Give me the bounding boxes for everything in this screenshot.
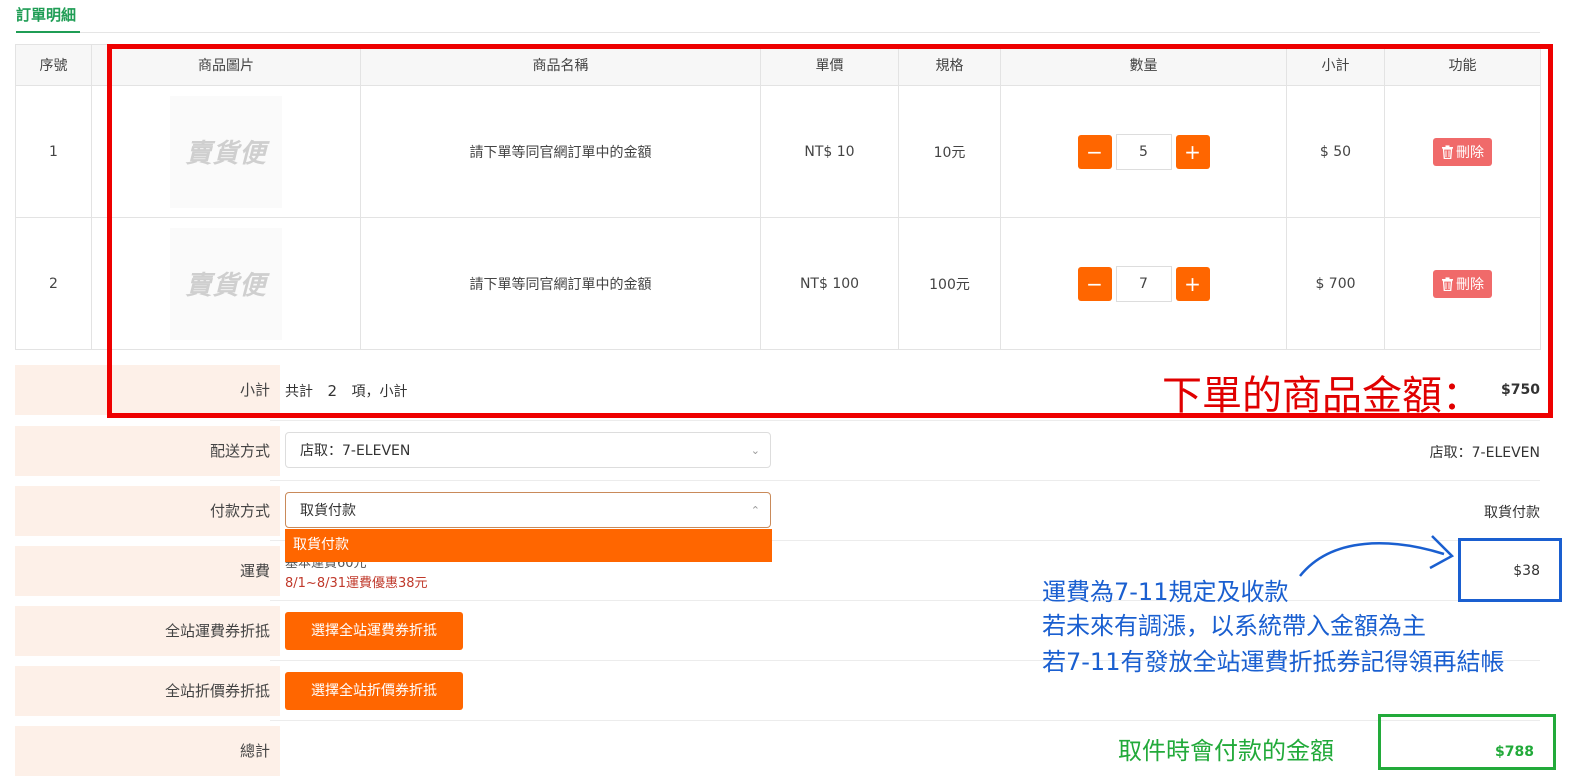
delete-button[interactable]: 刪除 <box>1433 137 1492 166</box>
table-row: 1 賣貨便 請下單等同官網訂單中的金額 NT$ 10 10元 − 5 + $ 5… <box>15 85 1541 218</box>
blue-annotation-line-1: 運費為7-11規定及收款 <box>1042 578 1289 606</box>
payment-option-item[interactable]: 取貨付款 <box>285 529 772 562</box>
table-row: 2 賣貨便 請下單等同官網訂單中的金額 NT$ 100 100元 − 7 + $… <box>15 217 1541 350</box>
shipping-fee-label: 運費 <box>15 546 280 596</box>
product-image-cell: 賣貨便 <box>91 85 361 218</box>
select-ship-coupon-button[interactable]: 選擇全站運費券折抵 <box>285 612 463 650</box>
green-annotation-box <box>1378 714 1556 770</box>
increase-quantity-button[interactable]: + <box>1175 266 1210 301</box>
column-header: 數量 <box>1000 44 1287 86</box>
column-header: 規格 <box>898 44 1001 86</box>
blue-annotation-box <box>1458 538 1562 602</box>
ship-coupon-label: 全站運費券折抵 <box>15 606 280 656</box>
shipping-method-row: 配送方式 店取：7-ELEVEN ⌄ 店取：7-ELEVEN <box>15 426 1540 476</box>
shipping-fee-promo: 8/1~8/31運費優惠38元 <box>285 576 428 591</box>
delete-button[interactable]: 刪除 <box>1433 269 1492 298</box>
spec: 100元 <box>898 217 1001 350</box>
blue-annotation-line-2: 若未來有調漲，以系統帶入金額為主 <box>1042 612 1426 640</box>
chevron-up-icon: ⌃ <box>750 504 760 517</box>
tab-order-details[interactable]: 訂單明細 <box>16 4 76 25</box>
tab-active-indicator <box>16 31 80 33</box>
green-annotation-text: 取件時會付款的金額 <box>1118 737 1334 765</box>
quantity-input[interactable]: 7 <box>1115 265 1172 302</box>
subtotal-label: 小計 <box>15 365 280 415</box>
spec: 10元 <box>898 85 1001 218</box>
row-subtotal: $ 700 <box>1286 217 1385 350</box>
arrow-icon <box>1299 535 1455 577</box>
chevron-down-icon: ⌄ <box>750 444 760 457</box>
action-cell: 刪除 <box>1384 217 1541 350</box>
payment-method-display: 取貨付款 <box>1484 505 1540 521</box>
shipping-method-label: 配送方式 <box>15 426 280 476</box>
item-count-text: 共計 2 項，小計 <box>285 381 407 401</box>
red-annotation-text: 下單的商品金額： <box>1162 373 1482 419</box>
column-header: 小計 <box>1286 44 1385 86</box>
quantity-stepper: − 5 + <box>1002 133 1285 170</box>
quantity-stepper: − 7 + <box>1002 265 1285 302</box>
trash-icon <box>1442 276 1453 291</box>
product-name: 請下單等同官網訂單中的金額 <box>360 85 761 218</box>
row-number: 1 <box>15 85 92 218</box>
shipping-method-selected: 店取：7-ELEVEN <box>300 443 411 459</box>
price-coupon-label: 全站折價券折抵 <box>15 666 280 716</box>
payment-method-label: 付款方式 <box>15 486 280 536</box>
item-count: 2 <box>327 382 337 400</box>
table-header-row: 序號 商品圖片 商品名稱 單價 規格 數量 小計 功能 <box>15 44 1541 86</box>
product-logo-image: 賣貨便 <box>170 227 282 340</box>
shipping-method-select[interactable]: 店取：7-ELEVEN ⌄ <box>285 432 771 468</box>
tab-divider <box>16 32 1540 33</box>
divider <box>270 600 1540 601</box>
product-name: 請下單等同官網訂單中的金額 <box>360 217 761 350</box>
unit-price: NT$ 10 <box>760 85 899 218</box>
action-cell: 刪除 <box>1384 85 1541 218</box>
trash-icon <box>1442 144 1453 159</box>
select-price-coupon-button[interactable]: 選擇全站折價券折抵 <box>285 672 463 710</box>
quantity-input[interactable]: 5 <box>1115 133 1172 170</box>
product-image-cell: 賣貨便 <box>91 217 361 350</box>
subtotal-value: $750 <box>1501 382 1540 398</box>
order-items-table: 序號 商品圖片 商品名稱 單價 規格 數量 小計 功能 1 賣貨便 請下單等同官… <box>15 44 1541 350</box>
payment-method-selected: 取貨付款 <box>300 503 356 519</box>
unit-price: NT$ 100 <box>760 217 899 350</box>
payment-method-select[interactable]: 取貨付款 ⌃ <box>285 492 771 528</box>
row-number: 2 <box>15 217 92 350</box>
column-header: 商品圖片 <box>91 44 361 86</box>
column-header: 序號 <box>15 44 92 86</box>
count-prefix: 共計 <box>285 384 313 400</box>
column-header: 功能 <box>1384 44 1541 86</box>
divider <box>270 720 1540 721</box>
divider <box>270 480 1540 481</box>
count-suffix: 項，小計 <box>351 384 408 400</box>
quantity-cell: − 7 + <box>1000 217 1287 350</box>
column-header: 商品名稱 <box>360 44 761 86</box>
shipping-method-display: 店取：7-ELEVEN <box>1429 445 1540 461</box>
delete-label: 刪除 <box>1456 144 1484 161</box>
delete-label: 刪除 <box>1456 276 1484 293</box>
product-logo-image: 賣貨便 <box>170 95 282 208</box>
increase-quantity-button[interactable]: + <box>1175 134 1210 169</box>
decrease-quantity-button[interactable]: − <box>1077 266 1112 301</box>
quantity-cell: − 5 + <box>1000 85 1287 218</box>
total-label: 總計 <box>15 726 280 776</box>
row-subtotal: $ 50 <box>1286 85 1385 218</box>
blue-annotation-line-3: 若7-11有發放全站運費折抵券記得領再結帳 <box>1042 648 1505 676</box>
column-header: 單價 <box>760 44 899 86</box>
decrease-quantity-button[interactable]: − <box>1077 134 1112 169</box>
